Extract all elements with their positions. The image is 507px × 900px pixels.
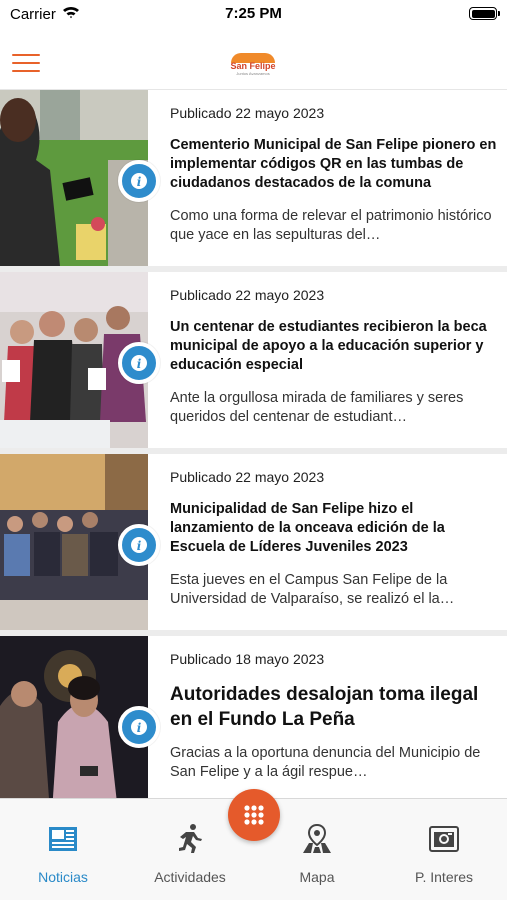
news-card[interactable]: i Publicado 22 mayo 2023 Un centenar de … bbox=[0, 272, 507, 448]
news-title[interactable]: Municipalidad de San Felipe hizo el lanz… bbox=[170, 500, 500, 557]
news-card[interactable]: i Publicado 22 mayo 2023 Municipalidad d… bbox=[0, 454, 507, 630]
nav-bar: San Felipe Juntos Avanzamos bbox=[0, 30, 507, 90]
newspaper-icon bbox=[49, 827, 77, 851]
grid-icon bbox=[244, 805, 264, 825]
card-content: Publicado 22 mayo 2023 Un centenar de es… bbox=[170, 286, 500, 427]
menu-line bbox=[12, 62, 40, 64]
news-card[interactable]: i Publicado 22 mayo 2023 Cementerio Muni… bbox=[0, 90, 507, 266]
logo-text: San Felipe bbox=[230, 61, 276, 71]
news-title[interactable]: Autoridades desalojan toma ilegal en el … bbox=[170, 682, 500, 732]
menu-grid-button[interactable] bbox=[228, 789, 280, 841]
clock: 7:25 PM bbox=[225, 5, 282, 22]
news-date: Publicado 22 mayo 2023 bbox=[170, 287, 325, 303]
news-card[interactable]: i Publicado 18 mayo 2023 Autoridades des… bbox=[0, 636, 507, 798]
running-icon bbox=[179, 824, 202, 853]
tab-label: Mapa bbox=[299, 869, 335, 885]
info-button[interactable]: i bbox=[118, 342, 160, 384]
news-date: Publicado 18 mayo 2023 bbox=[170, 651, 325, 667]
card-content: Publicado 22 mayo 2023 Cementerio Munici… bbox=[170, 104, 500, 245]
status-bar: Carrier 7:25 PM bbox=[0, 0, 507, 30]
news-title[interactable]: Un centenar de estudiantes recibieron la… bbox=[170, 318, 500, 375]
info-icon: i bbox=[136, 175, 142, 189]
news-excerpt: Ante la orgullosa mirada de familiares y… bbox=[170, 390, 464, 425]
news-date: Publicado 22 mayo 2023 bbox=[170, 105, 325, 121]
san-felipe-logo: San Felipe Juntos Avanzamos bbox=[227, 50, 279, 80]
card-content: Publicado 18 mayo 2023 Autoridades desal… bbox=[170, 650, 500, 782]
info-button[interactable]: i bbox=[118, 706, 160, 748]
info-icon: i bbox=[136, 357, 142, 371]
news-excerpt: Gracias a la oportuna denuncia del Munic… bbox=[170, 745, 481, 780]
tab-label: Actividades bbox=[154, 869, 226, 885]
card-content: Publicado 22 mayo 2023 Municipalidad de … bbox=[170, 468, 500, 609]
tab-noticias[interactable]: Noticias bbox=[0, 799, 126, 900]
info-icon: i bbox=[136, 721, 142, 735]
menu-line bbox=[12, 54, 40, 56]
info-icon: i bbox=[136, 539, 142, 553]
menu-line bbox=[12, 70, 40, 72]
hamburger-menu-button[interactable] bbox=[12, 52, 42, 74]
news-excerpt: Esta jueves en el Campus San Felipe de l… bbox=[170, 572, 455, 607]
tab-label: Noticias bbox=[38, 869, 88, 885]
news-title[interactable]: Cementerio Municipal de San Felipe pione… bbox=[170, 136, 500, 193]
news-excerpt: Como una forma de relevar el patrimonio … bbox=[170, 208, 492, 243]
map-pin-icon bbox=[303, 823, 331, 853]
tab-p-interes[interactable]: P. Interes bbox=[381, 799, 507, 900]
news-date: Publicado 22 mayo 2023 bbox=[170, 469, 325, 485]
tab-label: P. Interes bbox=[414, 869, 474, 885]
camera-icon bbox=[429, 826, 459, 852]
info-button[interactable]: i bbox=[118, 160, 160, 202]
battery-icon bbox=[469, 7, 500, 20]
logo-subtitle: Juntos Avanzamos bbox=[236, 71, 270, 76]
news-feed[interactable]: i Publicado 22 mayo 2023 Cementerio Muni… bbox=[0, 90, 507, 798]
info-button[interactable]: i bbox=[118, 524, 160, 566]
